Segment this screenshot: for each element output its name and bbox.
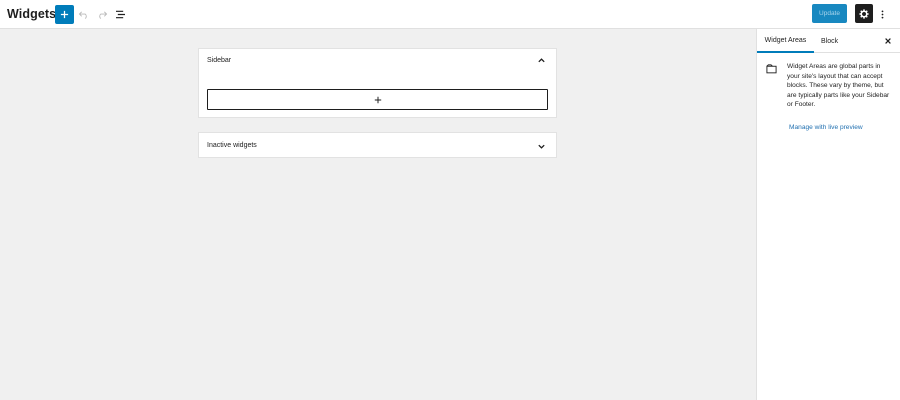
tab-block[interactable]: Block <box>821 29 838 53</box>
undo-icon <box>78 10 87 19</box>
gear-icon <box>859 8 869 19</box>
more-options-button[interactable] <box>877 5 887 23</box>
redo-icon <box>98 10 107 19</box>
widget-area-inactive[interactable]: Inactive widgets <box>198 132 557 158</box>
plus-icon <box>374 96 381 103</box>
chevron-up-icon[interactable] <box>537 56 546 65</box>
header-toolbar: Widgets Update <box>0 0 900 29</box>
undo-button[interactable] <box>75 6 91 22</box>
close-icon[interactable] <box>884 37 892 45</box>
more-vertical-icon <box>881 9 883 19</box>
add-block-button[interactable] <box>55 5 74 24</box>
widget-area-icon <box>766 64 777 74</box>
widget-areas-description: Widget Areas are global parts in your si… <box>787 63 890 109</box>
plus-icon <box>60 10 69 19</box>
chevron-down-icon[interactable] <box>537 142 546 151</box>
widget-area-title[interactable]: Sidebar <box>207 57 231 64</box>
settings-button[interactable] <box>855 4 873 23</box>
widget-area-title[interactable]: Inactive widgets <box>207 142 257 149</box>
list-view-icon <box>115 10 125 18</box>
settings-sidebar: Widget Areas Block Widget Areas are glob… <box>756 29 900 400</box>
add-block-appender[interactable] <box>207 89 548 110</box>
update-button[interactable]: Update <box>812 4 847 23</box>
sidebar-tabs: Widget Areas Block <box>757 29 900 53</box>
widgets-canvas: Sidebar Inactive widgets <box>0 29 756 400</box>
tab-widget-areas[interactable]: Widget Areas <box>757 29 814 53</box>
widget-area-sidebar: Sidebar <box>198 48 557 118</box>
manage-live-preview-link[interactable]: Manage with live preview <box>789 124 863 131</box>
list-view-button[interactable] <box>112 6 128 22</box>
page-title: Widgets <box>7 7 57 21</box>
redo-button[interactable] <box>94 6 110 22</box>
